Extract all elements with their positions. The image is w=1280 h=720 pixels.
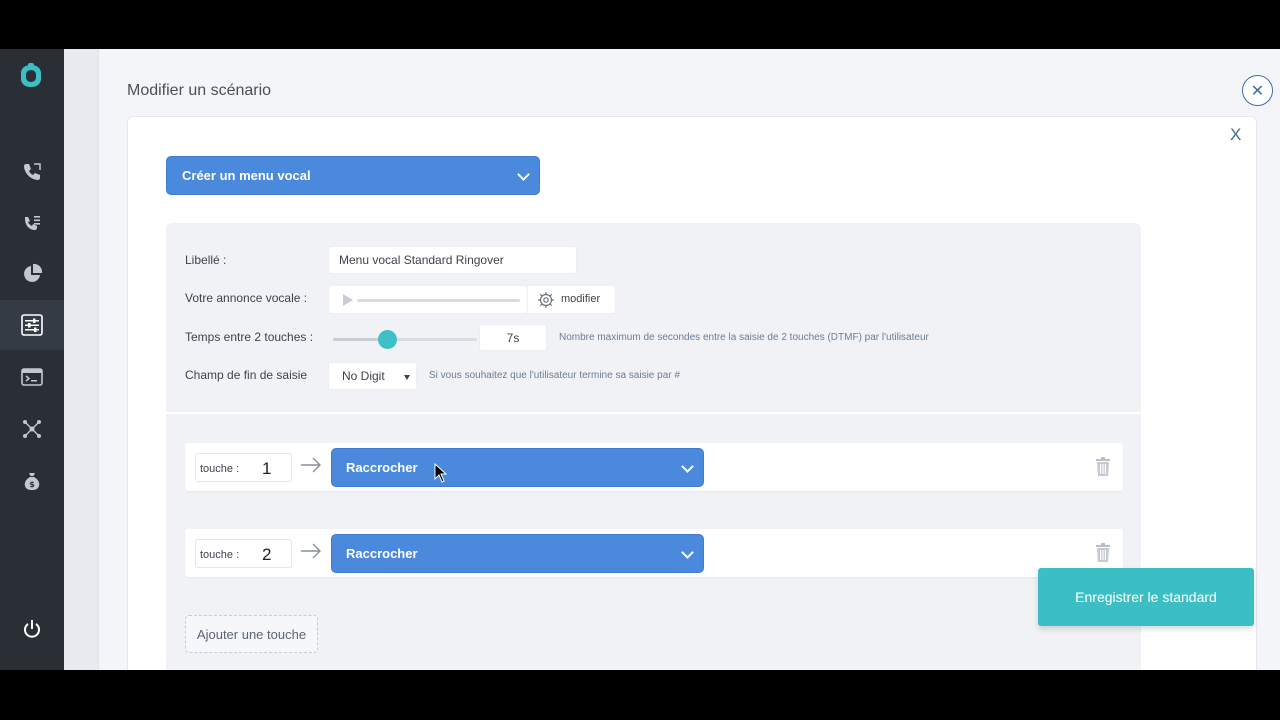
close-card-button[interactable]: X: [1230, 125, 1241, 145]
menu-type-value: Créer un menu vocal: [182, 168, 311, 183]
arrow-right-icon: [301, 457, 321, 473]
audio-player: modifier: [328, 285, 616, 314]
fin-value: No Digit: [342, 369, 385, 383]
modal-layer: Modifier un scénario ✕ X Créer un menu v…: [0, 49, 1280, 670]
trash-icon[interactable]: [1095, 457, 1111, 476]
fin-select[interactable]: No Digit: [328, 362, 417, 390]
key-action-select[interactable]: Raccrocher: [331, 534, 704, 573]
save-standard-button[interactable]: Enregistrer le standard: [1038, 568, 1254, 626]
temps-value-input[interactable]: 7s: [479, 324, 547, 351]
divider: [527, 286, 528, 313]
fin-hint: Si vous souhaitez que l'utilisateur term…: [429, 370, 680, 381]
key-row: touche : 1 Raccrocher: [185, 443, 1123, 491]
annonce-modify-link[interactable]: modifier: [561, 293, 600, 305]
libelle-input[interactable]: Menu vocal Standard Ringover: [328, 246, 577, 274]
temps-slider-track[interactable]: [333, 338, 477, 341]
chevron-down-icon: [517, 168, 530, 181]
temps-value: 7s: [506, 330, 520, 345]
key-label: touche :: [200, 549, 240, 561]
key-number: 1: [262, 459, 272, 478]
letterbox-top: [0, 0, 1280, 49]
gear-icon[interactable]: [537, 291, 555, 309]
close-panel-button[interactable]: ✕: [1242, 75, 1273, 106]
fin-label: Champ de fin de saisie: [185, 368, 308, 382]
add-key-button[interactable]: Ajouter une touche: [185, 615, 318, 653]
config-section: [166, 223, 1141, 412]
key-number-input[interactable]: touche : 2: [195, 539, 292, 568]
audio-progress-track[interactable]: [357, 299, 520, 302]
key-action-value: Raccrocher: [346, 460, 418, 475]
libelle-value: Menu vocal Standard Ringover: [339, 253, 504, 267]
key-number: 2: [262, 545, 272, 564]
play-icon[interactable]: [343, 294, 353, 306]
libelle-label: Libellé :: [185, 253, 227, 267]
caret-down-icon: [404, 375, 410, 380]
mouse-cursor-icon: [434, 463, 448, 483]
key-label: touche :: [200, 463, 240, 475]
chevron-down-icon: [681, 546, 694, 559]
close-icon: ✕: [1250, 82, 1265, 100]
trash-icon[interactable]: [1095, 543, 1111, 562]
annonce-label: Votre annonce vocale :: [185, 291, 308, 305]
key-action-select[interactable]: Raccrocher: [331, 448, 704, 487]
chevron-down-icon: [681, 460, 694, 473]
menu-type-select[interactable]: Créer un menu vocal: [166, 156, 540, 195]
temps-hint: Nombre maximum de secondes entre la sais…: [559, 332, 929, 343]
key-number-input[interactable]: touche : 1: [195, 453, 292, 482]
key-action-value: Raccrocher: [346, 546, 418, 561]
letterbox-bottom: [0, 670, 1280, 720]
panel-title: Modifier un scénario: [127, 82, 272, 99]
arrow-right-icon: [301, 543, 321, 559]
temps-label: Temps entre 2 touches :: [185, 330, 314, 344]
key-row: touche : 2 Raccrocher: [185, 529, 1123, 577]
